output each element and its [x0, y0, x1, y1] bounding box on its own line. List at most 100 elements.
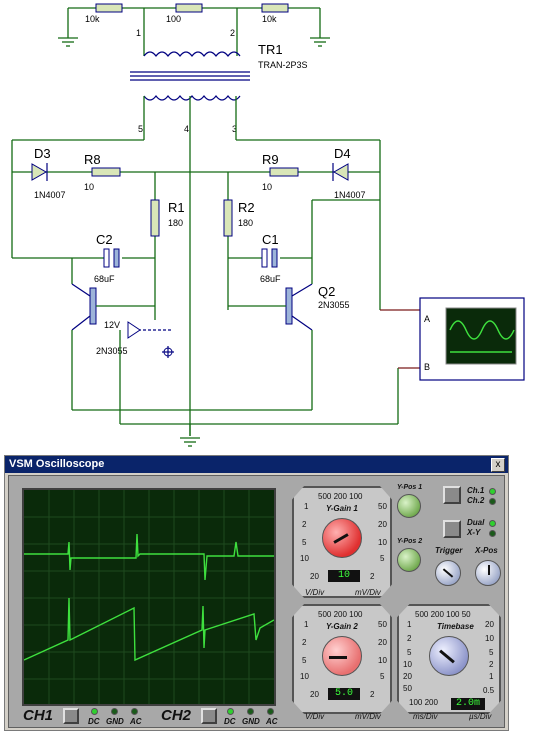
- mode-ch1-label[interactable]: Ch.1: [467, 486, 484, 495]
- resistor-r2[interactable]: [223, 199, 233, 237]
- r9-value: 10: [262, 182, 272, 192]
- ygain1-left-1: 1: [304, 502, 309, 511]
- tr1-pin-1: 1: [136, 28, 141, 38]
- resistor-10k-left[interactable]: [95, 3, 123, 13]
- ygain2-readout: 5.0: [328, 688, 360, 700]
- ch2-ac-led: [267, 708, 274, 715]
- ygain1-knob[interactable]: [322, 518, 362, 558]
- ygain2-right-50: 50: [378, 620, 387, 629]
- xpos-knob[interactable]: [475, 560, 501, 586]
- resistor-100[interactable]: [175, 3, 203, 13]
- xy-mode-led: [489, 530, 496, 537]
- ygain1-top-scale: 500 200 100: [318, 492, 363, 501]
- tr1-ref: TR1: [258, 42, 283, 57]
- ygain2-panel: 500 200 100 Y-Gain 2 1 2 5 10 20 50 20 1…: [292, 604, 392, 714]
- diode-d4[interactable]: [332, 163, 349, 181]
- timebase-knob[interactable]: [429, 636, 469, 676]
- capacitor-c2[interactable]: [103, 248, 120, 268]
- ground-top-left: [58, 37, 78, 47]
- tr1-model: TRAN-2P3S: [258, 60, 308, 70]
- resistor-100-value: 100: [166, 14, 181, 24]
- ch1-label: CH1: [23, 707, 54, 724]
- ch2-dc-label[interactable]: DC: [224, 717, 236, 726]
- resistor-10k-right[interactable]: [261, 3, 289, 13]
- ch2-toggle-button[interactable]: [201, 708, 217, 724]
- channel-mode-button[interactable]: [443, 486, 461, 504]
- oscilloscope-instrument[interactable]: [419, 297, 525, 381]
- mode-ch2-label[interactable]: Ch.2: [467, 496, 484, 505]
- ch1-toggle-button[interactable]: [63, 708, 79, 724]
- d4-ref: D4: [334, 146, 351, 161]
- ygain1-right-5: 5: [380, 554, 385, 563]
- ygain1-left-5: 5: [302, 538, 307, 547]
- ch2-label: CH2: [161, 707, 192, 724]
- mode-dual-label[interactable]: Dual: [467, 518, 484, 527]
- resistor-r9[interactable]: [269, 167, 299, 177]
- ch1-mode-led: [489, 488, 496, 495]
- ygain2-title: Y-Gain 2: [326, 622, 358, 631]
- scope-input-a: A: [424, 314, 430, 324]
- capacitor-wires: [12, 199, 380, 284]
- capacitor-c1[interactable]: [261, 248, 278, 268]
- transistor-q2[interactable]: [228, 258, 313, 331]
- oscilloscope-window[interactable]: VSM Oscilloscope x CH1 DC GND AC CH2 DC …: [4, 455, 509, 731]
- ygain2-unit-left: V/Div: [305, 712, 325, 721]
- trigger-label: Trigger: [435, 546, 463, 555]
- q2-model: 2N3055: [318, 300, 350, 310]
- c2-ref: C2: [96, 232, 113, 247]
- r9-ref: R9: [262, 152, 279, 167]
- transformer-tr1[interactable]: [130, 51, 250, 101]
- resistor-10k-left-value: 10k: [85, 14, 100, 24]
- r1-value: 180: [168, 218, 183, 228]
- display-mode-button[interactable]: [443, 520, 461, 538]
- timebase-left-2: 2: [407, 634, 412, 643]
- trigger-knob[interactable]: [435, 560, 461, 586]
- ygain1-title: Y-Gain 1: [326, 504, 358, 513]
- ygain2-left-5: 5: [302, 656, 307, 665]
- ch2-ac-label[interactable]: AC: [266, 717, 278, 726]
- scope-traces: [23, 490, 275, 704]
- timebase-readout: 2.0m: [451, 698, 485, 710]
- ygain2-left-20: 20: [310, 690, 319, 699]
- timebase-left-10: 10: [403, 660, 412, 669]
- ch2-gnd-led: [247, 708, 254, 715]
- resistor-r1[interactable]: [150, 199, 160, 237]
- close-icon[interactable]: x: [491, 458, 505, 472]
- d3-ref: D3: [34, 146, 51, 161]
- ygain2-unit-right: mV/Div: [355, 712, 381, 721]
- circuit-schematic: 10k 100 10k 1 2 5 4 3 TR1 TRAN-2P3S D3 1…: [11, 3, 525, 447]
- ypos1-label: Y-Pos 1: [397, 484, 423, 491]
- timebase-right-2: 2: [489, 660, 494, 669]
- timebase-panel: 500 200 100 50 Timebase 1 2 5 10 20 50 2…: [397, 604, 501, 714]
- ygain2-knob[interactable]: [322, 636, 362, 676]
- timebase-left-1: 1: [407, 620, 412, 629]
- probe-crosshair-icon: [162, 346, 174, 358]
- ygain1-right-50: 50: [378, 502, 387, 511]
- c1-value: 68uF: [260, 274, 281, 284]
- diode-d3[interactable]: [31, 163, 48, 181]
- scope-input-b: B: [424, 362, 430, 372]
- ypos1-knob[interactable]: [397, 494, 421, 518]
- c1-ref: C1: [262, 232, 279, 247]
- ch1-gnd-led: [111, 708, 118, 715]
- ygain1-left-2: 2: [302, 520, 307, 529]
- ground-bottom: [180, 437, 200, 447]
- ch1-gnd-label[interactable]: GND: [106, 717, 124, 726]
- ground-top-right: [310, 37, 330, 47]
- ch1-dc-label[interactable]: DC: [88, 717, 100, 726]
- resistor-r8[interactable]: [91, 167, 121, 177]
- ch1-dc-led: [91, 708, 98, 715]
- resistor-10k-right-value: 10k: [262, 14, 277, 24]
- ch1-ac-label[interactable]: AC: [130, 717, 142, 726]
- tr1-pin-4: 4: [184, 124, 189, 134]
- ygain1-panel: 500 200 100 Y-Gain 1 1 2 5 10 20 50 20 1…: [292, 486, 392, 598]
- ygain1-right-2: 2: [370, 572, 375, 581]
- ch2-mode-led: [489, 498, 496, 505]
- r2-value: 180: [238, 218, 253, 228]
- ygain2-right-2: 2: [370, 690, 375, 699]
- battery-12v[interactable]: [127, 321, 172, 339]
- ch2-gnd-label[interactable]: GND: [242, 717, 260, 726]
- ypos2-knob[interactable]: [397, 548, 421, 572]
- mode-xy-label[interactable]: X-Y: [467, 528, 480, 537]
- timebase-right-1: 1: [489, 672, 494, 681]
